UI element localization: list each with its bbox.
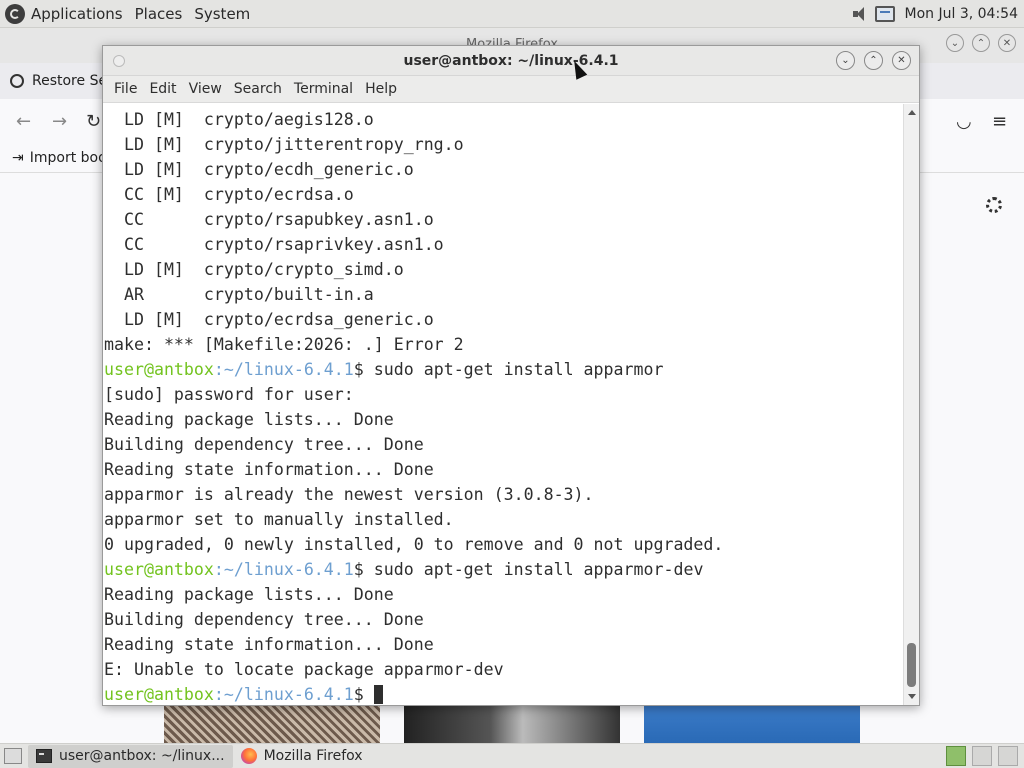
menu-help[interactable]: Help	[359, 81, 403, 97]
terminal-output-line: CC [M] crypto/ecrdsa.o	[104, 185, 354, 204]
firefox-icon	[240, 748, 257, 764]
firefox-maximize-button[interactable]: ⌃	[972, 34, 990, 52]
distro-logo-icon[interactable]	[5, 3, 25, 24]
terminal-output-line: AR crypto/built-in.a	[104, 285, 374, 304]
terminal-output-line: make: *** [Makefile:2026: .] Error 2	[104, 335, 464, 354]
forward-arrow-icon[interactable]: →	[52, 111, 67, 132]
panel-clock[interactable]: Mon Jul 3, 04:54	[901, 6, 1018, 22]
terminal-icon	[36, 749, 52, 763]
terminal-output-line: CC crypto/rsapubkey.asn1.o	[104, 210, 434, 229]
menu-view[interactable]: View	[183, 81, 228, 97]
reload-icon[interactable]: ↻	[86, 111, 101, 132]
terminal-scrollbar[interactable]	[903, 104, 919, 705]
terminal-titlebar[interactable]: user@antbox: ~/linux-6.4.1 ⌄ ⌃ ✕	[103, 46, 919, 76]
restore-session-label: Restore Se	[32, 73, 108, 89]
back-arrow-icon[interactable]: ←	[16, 111, 31, 132]
taskbar-item-terminal[interactable]: user@antbox: ~/linux...	[28, 744, 233, 768]
wallpaper-thumbnail[interactable]	[164, 705, 380, 743]
terminal-output-line: LD [M] crypto/crypto_simd.o	[104, 260, 404, 279]
taskbar-item-firefox[interactable]: Mozilla Firefox	[233, 745, 371, 768]
terminal-close-button[interactable]: ✕	[892, 51, 911, 70]
terminal-prompt-line: user@antbox:~/linux-6.4.1$	[104, 682, 903, 705]
wallpaper-thumbnail[interactable]	[404, 705, 620, 743]
prompt-symbol: $	[353, 560, 374, 579]
menu-system[interactable]: System	[188, 5, 256, 23]
workspace-switcher-2[interactable]	[972, 746, 992, 766]
terminal-output-line: LD [M] crypto/jitterentropy_rng.o	[104, 135, 464, 154]
wallpaper-thumbnail[interactable]	[644, 705, 860, 743]
terminal-maximize-button[interactable]: ⌃	[864, 51, 883, 70]
terminal-prompt-line: user@antbox:~/linux-6.4.1$ sudo apt-get …	[104, 557, 903, 582]
workspace-switcher-3[interactable]	[998, 746, 1018, 766]
prompt-path: :~/linux-6.4.1	[213, 685, 354, 704]
scrollbar-thumb[interactable]	[907, 643, 916, 687]
terminal-output-line: Reading package lists... Done	[104, 410, 394, 429]
terminal-prompt-line: user@antbox:~/linux-6.4.1$ sudo apt-get …	[104, 357, 903, 382]
firefox-minimize-button[interactable]: ⌄	[946, 34, 964, 52]
menu-terminal[interactable]: Terminal	[288, 81, 359, 97]
terminal-output-line: 0 upgraded, 0 newly installed, 0 to remo…	[104, 535, 724, 554]
terminal-minimize-button[interactable]: ⌄	[836, 51, 855, 70]
terminal-output-line: Reading package lists... Done	[104, 585, 394, 604]
terminal-window-title: user@antbox: ~/linux-6.4.1	[403, 53, 619, 69]
volume-icon[interactable]	[851, 6, 869, 22]
taskbar-item-label: user@antbox: ~/linux...	[59, 748, 225, 764]
terminal-output-line: LD [M] crypto/ecdh_generic.o	[104, 160, 414, 179]
taskbar-item-label: Mozilla Firefox	[263, 748, 363, 764]
menu-search[interactable]: Search	[228, 81, 288, 97]
terminal-cursor	[373, 685, 383, 704]
scroll-down-arrow-icon[interactable]	[908, 694, 916, 699]
prompt-user: user@antbox	[104, 360, 214, 379]
scroll-up-arrow-icon[interactable]	[908, 110, 916, 115]
terminal-output-line: E: Unable to locate package apparmor-dev	[104, 660, 504, 679]
top-panel: Applications Places System Mon Jul 3, 04…	[0, 0, 1024, 28]
prompt-user: user@antbox	[104, 685, 214, 704]
show-desktop-button[interactable]	[4, 748, 22, 764]
menu-file[interactable]: File	[108, 81, 143, 97]
gear-icon[interactable]	[986, 197, 1002, 213]
terminal-output-line: Reading state information... Done	[104, 635, 434, 654]
command-text: sudo apt-get install apparmor	[373, 360, 664, 379]
menu-places[interactable]: Places	[129, 5, 189, 23]
prompt-symbol: $	[353, 685, 374, 704]
prompt-user: user@antbox	[104, 560, 214, 579]
prompt-path: :~/linux-6.4.1	[213, 560, 354, 579]
workspace-switcher-1[interactable]	[946, 746, 966, 766]
command-text: sudo apt-get install apparmor-dev	[373, 560, 704, 579]
pocket-icon[interactable]: ◡	[956, 111, 972, 132]
terminal-output-line: Building dependency tree... Done	[104, 435, 424, 454]
prompt-path: :~/linux-6.4.1	[213, 360, 354, 379]
terminal-output-line: [sudo] password for user:	[104, 385, 354, 404]
prompt-symbol: $	[353, 360, 374, 379]
menu-applications[interactable]: Applications	[25, 5, 129, 23]
restore-icon	[10, 74, 24, 88]
firefox-close-button[interactable]: ✕	[998, 34, 1016, 52]
terminal-output-line: LD [M] crypto/ecrdsa_generic.o	[104, 310, 434, 329]
terminal-output-line: apparmor set to manually installed.	[104, 510, 454, 529]
terminal-menubar: File Edit View Search Terminal Help	[103, 76, 919, 103]
import-bookmarks-icon[interactable]: ⇥	[12, 150, 24, 166]
network-icon[interactable]	[874, 6, 895, 22]
menu-edit[interactable]: Edit	[143, 81, 182, 97]
terminal-output-line: CC crypto/rsaprivkey.asn1.o	[104, 235, 444, 254]
bottom-taskbar: user@antbox: ~/linux... Mozilla Firefox	[0, 743, 1024, 768]
import-bookmarks-label[interactable]: Import boo	[30, 150, 107, 166]
hamburger-menu-icon[interactable]: ≡	[992, 111, 1007, 132]
terminal-output-line: LD [M] crypto/aegis128.o	[104, 110, 374, 129]
terminal-output-line: Building dependency tree... Done	[104, 610, 424, 629]
terminal-output-line: apparmor is already the newest version (…	[104, 485, 594, 504]
terminal-window: user@antbox: ~/linux-6.4.1 ⌄ ⌃ ✕ File Ed…	[102, 45, 920, 706]
terminal-output-line: Reading state information... Done	[104, 460, 434, 479]
terminal-output[interactable]: LD [M] crypto/aegis128.o LD [M] crypto/j…	[103, 104, 903, 705]
restore-session-tab[interactable]: Restore Se	[10, 73, 107, 89]
